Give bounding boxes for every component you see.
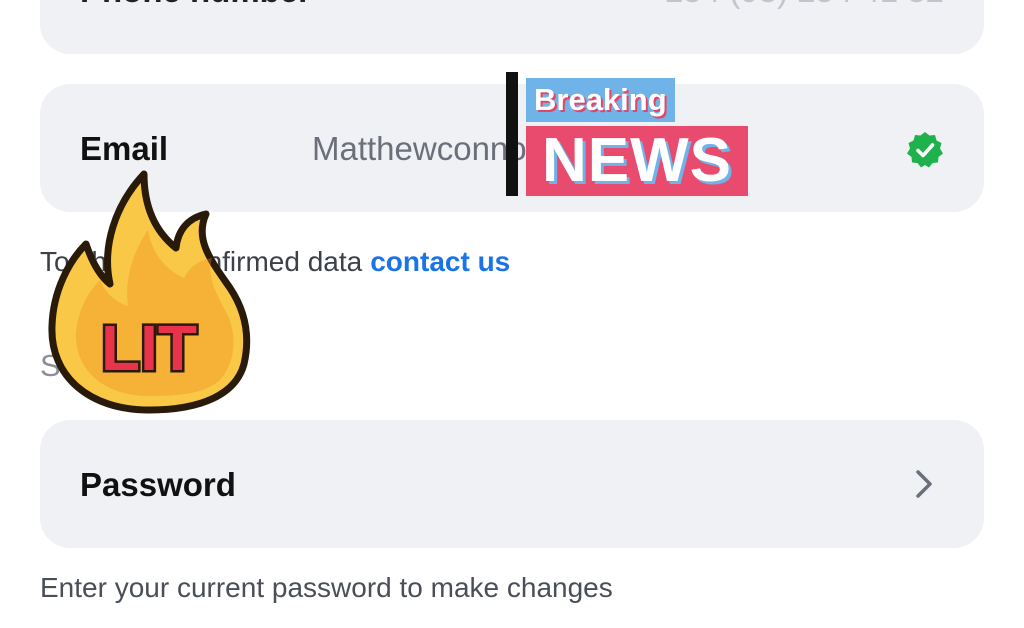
phone-row[interactable]: Phone number 254 (98) 254 41 32 — [40, 0, 984, 54]
password-row[interactable]: Password — [40, 420, 984, 548]
contact-us-link[interactable]: contact us — [370, 246, 510, 277]
phone-value: 254 (98) 254 41 32 — [665, 0, 944, 10]
password-help-text: Enter your current password to make chan… — [40, 572, 613, 603]
chevron-right-icon — [916, 470, 932, 498]
lit-flame-sticker: LIT — [48, 170, 251, 414]
email-label: Email — [80, 130, 169, 167]
news-sticker-bar — [506, 72, 518, 196]
check-badge-icon — [907, 132, 943, 168]
phone-label: Phone number — [80, 0, 311, 10]
lit-sticker-text: LIT — [101, 312, 197, 384]
breaking-news-sticker: Breaking NEWS — [504, 70, 754, 198]
news-sticker-main-text: NEWS — [526, 126, 748, 196]
account-settings-page: Phone number 254 (98) 254 41 32 Email Ma… — [0, 0, 1024, 628]
password-label: Password — [80, 466, 236, 503]
news-sticker-top-text: Breaking — [526, 78, 675, 122]
